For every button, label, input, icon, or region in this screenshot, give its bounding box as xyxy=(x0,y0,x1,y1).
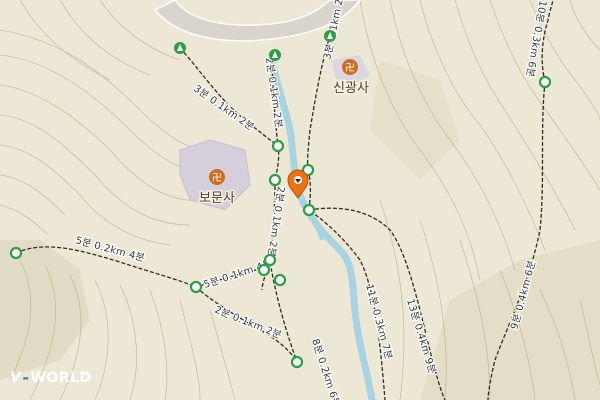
temple-label: 보문사 xyxy=(199,191,235,206)
trail-node-icon xyxy=(273,273,287,287)
temple-symbol: 卍 xyxy=(345,62,355,74)
trail-label: 8분 0.2km 6분 xyxy=(309,337,342,400)
temple-label: 신광사 xyxy=(333,81,369,96)
logo-dash-icon: ‑ xyxy=(22,368,30,387)
trail-label: 11분 0.3km 7분 xyxy=(363,283,395,361)
logo-prefix: V xyxy=(10,369,22,386)
logo-name: WORLD xyxy=(30,369,92,386)
trailhead-arrow-icon xyxy=(174,42,186,54)
trail-node-icon xyxy=(263,253,277,267)
terrain-shading xyxy=(0,60,600,400)
trail-node-icon xyxy=(302,203,316,217)
trail-node-icon xyxy=(189,280,203,294)
temple-symbol: 卍 xyxy=(212,172,222,184)
trail-node-icon xyxy=(538,75,552,89)
location-pin-icon[interactable] xyxy=(287,169,309,199)
trail-node-icon xyxy=(271,139,285,153)
trail-node-icon xyxy=(290,355,304,369)
vworld-logo: V ‑ WORLD xyxy=(10,368,92,387)
trail-node-icon xyxy=(268,173,282,187)
trailhead-arrow-icon xyxy=(324,30,336,42)
trail-label: 2분 0.1km 2분 xyxy=(265,186,287,258)
trail-node-icon xyxy=(257,263,271,277)
trailhead-arrow-icon xyxy=(269,49,281,61)
trail-label: 5분 0.2km 4분 xyxy=(74,234,146,264)
map-canvas[interactable]: 3분 0.1km 2분 2분 0.1km 2분 3분 0.1km 2분 2분 0… xyxy=(0,0,600,400)
trail-node-icon xyxy=(9,246,23,260)
trail-label: 13분 0.4km 9분 xyxy=(404,297,438,375)
trail-label: 2분 0.1km 2분 xyxy=(213,304,283,342)
trail-label: 3분 0.1km 2분 xyxy=(191,83,256,134)
trail-label: 10분 0.3km 6분 xyxy=(524,0,549,78)
